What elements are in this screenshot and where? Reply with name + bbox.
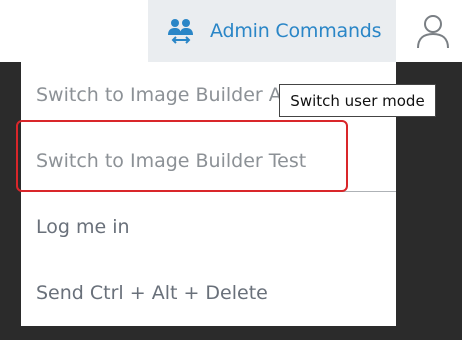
tooltip-text: Switch user mode — [290, 91, 425, 110]
menu-item-send-ctrl-alt-delete[interactable]: Send Ctrl + Alt + Delete — [21, 260, 396, 326]
menu-item-label: Log me in — [36, 216, 130, 238]
admin-commands-label: Admin Commands — [210, 20, 382, 42]
highlight-box — [16, 120, 348, 192]
user-icon[interactable] — [414, 12, 452, 50]
top-bar: Admin Commands — [0, 0, 462, 62]
users-switch-icon — [168, 19, 193, 44]
tooltip: Switch user mode — [279, 84, 436, 117]
menu-item-log-me-in[interactable]: Log me in — [21, 194, 396, 260]
admin-commands-button[interactable]: Admin Commands — [148, 0, 396, 62]
menu-item-label: Send Ctrl + Alt + Delete — [36, 282, 268, 304]
